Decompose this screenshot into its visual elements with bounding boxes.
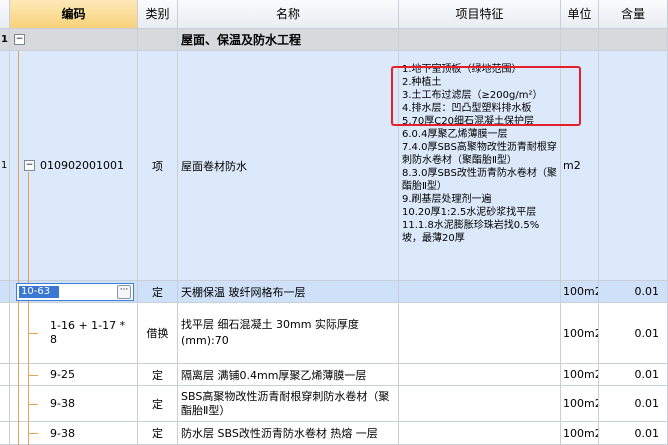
header-qty[interactable]: 含量 [599, 0, 668, 29]
tree-connector [28, 333, 38, 334]
item-name[interactable]: 屋面卷材防水 [178, 51, 398, 280]
row-type[interactable]: 定 [138, 281, 177, 302]
row-unit[interactable]: 100m2 [561, 422, 598, 444]
grid-header: 编码 类别 名称 项目特征 单位 含量 [0, 0, 668, 29]
section-index: 1 [1, 34, 8, 45]
quota-grid: 编码 类别 名称 项目特征 单位 含量 1 − 屋面、保温及防水工程 1 −01… [0, 0, 668, 445]
row-unit[interactable]: 100m2 [561, 303, 598, 363]
tree-connector [28, 433, 38, 434]
row-unit[interactable]: 100m2 [561, 364, 598, 385]
tree-connector [28, 375, 38, 376]
row-unit[interactable]: 100m2 [561, 386, 598, 421]
table-row[interactable]: 9-38 定 防水层 SBS改性沥青防水卷材 热熔 一层 100m2 0.01 [0, 422, 668, 445]
row-qty[interactable]: 0.01 [599, 364, 667, 385]
row-type[interactable]: 定 [138, 422, 177, 444]
highlight-annotation [391, 66, 581, 126]
row-qty[interactable]: 0.01 [599, 303, 667, 363]
code-editor[interactable]: 10-63 ··· [16, 283, 134, 301]
row-type[interactable]: 借换 [138, 303, 177, 363]
header-type[interactable]: 类别 [138, 0, 178, 29]
row-unit[interactable]: 100m2 [561, 281, 598, 302]
row-type[interactable]: 定 [138, 386, 177, 421]
row-type[interactable]: 定 [138, 364, 177, 385]
header-feature[interactable]: 项目特征 [399, 0, 561, 29]
row-name[interactable]: SBS高聚物改性沥青耐根穿刺防水卷材（聚酯胎Ⅱ型） [178, 386, 398, 421]
row-qty[interactable]: 0.01 [599, 422, 667, 444]
row-qty[interactable]: 0.01 [599, 281, 667, 302]
row-name[interactable]: 防水层 SBS改性沥青防水卷材 热熔 一层 [178, 422, 398, 444]
item-code[interactable]: 010902001001 [40, 159, 124, 172]
header-name[interactable]: 名称 [178, 0, 399, 29]
section-name: 屋面、保温及防水工程 [181, 33, 302, 47]
row-name[interactable]: 找平层 细石混凝土 30mm 实际厚度(mm):70 [178, 303, 398, 363]
item-index: 1 [1, 160, 8, 171]
ellipsis-button[interactable]: ··· [117, 285, 131, 299]
collapse-icon[interactable]: − [14, 34, 25, 45]
collapse-icon[interactable]: − [24, 160, 35, 171]
item-type[interactable]: 项 [138, 51, 177, 280]
table-row[interactable]: 9-25 定 隔离层 满铺0.4mm厚聚乙烯薄膜一层 100m2 0.01 [0, 364, 668, 386]
code-editor-text[interactable]: 10-63 [19, 286, 59, 298]
header-unit[interactable]: 单位 [561, 0, 599, 29]
tree-connector [28, 404, 38, 405]
header-index [0, 0, 10, 29]
tree-connector [18, 51, 19, 445]
row-name[interactable]: 天棚保温 玻纤网格布一层 [178, 281, 398, 302]
section-row[interactable]: 1 − 屋面、保温及防水工程 [0, 29, 668, 51]
header-code[interactable]: 编码 [10, 0, 138, 29]
table-row[interactable]: 1-16 + 1-17 * 8 借换 找平层 细石混凝土 30mm 实际厚度(m… [0, 303, 668, 364]
row-qty[interactable]: 0.01 [599, 386, 667, 421]
row-name[interactable]: 隔离层 满铺0.4mm厚聚乙烯薄膜一层 [178, 364, 398, 385]
table-row[interactable]: 9-38 定 SBS高聚物改性沥青耐根穿刺防水卷材（聚酯胎Ⅱ型） 100m2 0… [0, 386, 668, 422]
